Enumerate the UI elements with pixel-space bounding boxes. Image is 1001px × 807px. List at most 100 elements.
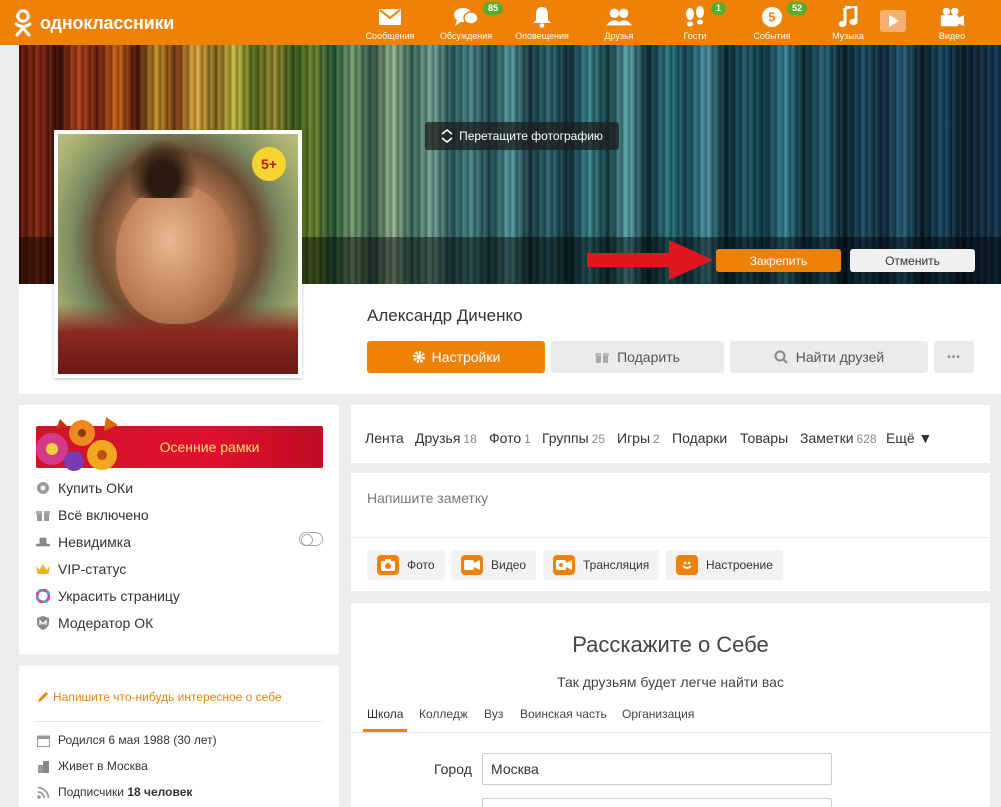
tab-notes[interactable]: Заметки 628 xyxy=(800,430,877,446)
tab-more[interactable]: Ещё ▼ xyxy=(886,430,932,446)
more-actions-button[interactable]: ••• xyxy=(934,341,974,373)
video-camera-icon xyxy=(939,6,965,28)
play-icon xyxy=(880,10,906,32)
logo-text: одноклассники xyxy=(40,12,175,33)
flowers-icon xyxy=(36,417,118,471)
nav-events[interactable]: 5 События 52 xyxy=(752,0,808,45)
write-about-link[interactable]: Напишите что-нибудь интересное о себе xyxy=(37,690,282,704)
next-field[interactable] xyxy=(482,798,832,807)
tab-label: Ещё ▼ xyxy=(886,430,933,446)
play-music-button[interactable] xyxy=(879,0,907,45)
nav-notifications[interactable]: Оповещения xyxy=(511,0,573,45)
calendar-icon xyxy=(36,733,50,747)
subscribers-label: Подписчики xyxy=(58,785,128,799)
footprints-icon xyxy=(682,6,708,28)
about-subtitle: Так друзьям будет легче найти вас xyxy=(557,674,784,690)
menu-buy-oki[interactable]: Купить ОКи xyxy=(36,478,133,498)
tab-label: Товары xyxy=(740,430,789,446)
tab-goods[interactable]: Товары xyxy=(740,430,788,446)
drag-hint-text: Перетащите фотографию xyxy=(459,129,603,143)
search-icon xyxy=(774,350,788,364)
note-video-button[interactable]: Видео xyxy=(451,550,537,580)
tab-gifts[interactable]: Подарки xyxy=(672,430,727,446)
tab-label: Группы xyxy=(542,430,589,446)
profile-name: Александр Диченко xyxy=(367,306,523,325)
note-input[interactable]: Напишите заметку xyxy=(367,490,488,506)
menu-moderator[interactable]: Модератор ОК xyxy=(36,613,153,633)
chip-label: Трансляция xyxy=(583,558,650,572)
nav-label: Друзья xyxy=(604,31,634,41)
cancel-cover-button[interactable]: Отменить xyxy=(850,249,975,272)
camera-icon xyxy=(377,555,399,575)
edu-tab-school[interactable]: Школа xyxy=(367,707,403,721)
pin-cover-button[interactable]: Закрепить xyxy=(716,249,841,272)
tab-label: Игры xyxy=(617,430,651,446)
gift-button[interactable]: Подарить xyxy=(551,341,724,373)
broadcast-icon xyxy=(553,555,575,575)
top-navigation-bar: одноклассники Сообщения Обсуждения 85 Оп… xyxy=(0,0,1001,45)
nav-friends[interactable]: Друзья xyxy=(601,0,637,45)
location-icon xyxy=(36,759,50,773)
pencil-icon xyxy=(38,692,48,702)
tab-photo[interactable]: Фото 1 xyxy=(489,430,531,446)
nav-video[interactable]: Видео xyxy=(936,0,968,45)
find-friends-label: Найти друзей xyxy=(795,349,885,365)
smile-icon xyxy=(676,555,698,575)
rss-icon xyxy=(36,785,50,799)
tab-friends[interactable]: Друзья 18 xyxy=(415,430,477,446)
settings-label: Настройки xyxy=(431,349,501,365)
divider xyxy=(351,732,990,733)
coins-icon xyxy=(36,481,50,495)
edu-tab-military[interactable]: Воинская часть xyxy=(520,707,607,721)
about-title: Расскажите о Себе xyxy=(572,632,769,657)
menu-all-inclusive[interactable]: Всё включено xyxy=(36,505,149,525)
nav-guests[interactable]: Гости 1 xyxy=(681,0,727,45)
events-icon: 5 xyxy=(759,6,785,28)
tab-count: 25 xyxy=(591,432,606,446)
tab-count: 2 xyxy=(653,432,660,446)
menu-decorate-page[interactable]: Украсить страницу xyxy=(36,586,180,606)
invisible-toggle[interactable] xyxy=(299,532,323,546)
location-text: Живет в Москва xyxy=(58,759,148,773)
avatar-hair xyxy=(128,138,198,198)
tab-games[interactable]: Игры 2 xyxy=(617,430,660,446)
tab-label: Подарки xyxy=(672,430,728,446)
edu-tab-college[interactable]: Колледж xyxy=(419,707,468,721)
note-mood-button[interactable]: Настроение xyxy=(666,550,783,580)
nav-discussions[interactable]: Обсуждения 85 xyxy=(436,0,504,45)
nav-messages[interactable]: Сообщения xyxy=(363,0,417,45)
edu-tab-university[interactable]: Вуз xyxy=(484,707,503,721)
menu-invisible[interactable]: Невидимка xyxy=(36,532,131,552)
menu-vip-status[interactable]: VIP-статус xyxy=(36,559,126,579)
nav-label: Гости xyxy=(683,31,707,41)
gift-icon xyxy=(36,508,50,522)
divider xyxy=(36,721,323,722)
city-field[interactable] xyxy=(482,753,832,785)
bell-icon xyxy=(529,6,555,28)
subscribers-count: 18 человек xyxy=(127,785,193,799)
gift-icon xyxy=(595,353,610,363)
ok-logo[interactable]: одноклассники xyxy=(12,9,174,37)
ok-logo-icon xyxy=(14,9,32,37)
nav-label: Обсуждения xyxy=(439,31,493,41)
subscribers-row[interactable]: Подписчики 18 человек xyxy=(36,783,192,801)
nav-label: Музыка xyxy=(832,31,864,41)
tab-count: 1 xyxy=(524,432,531,446)
find-friends-button[interactable]: Найти друзей xyxy=(730,341,928,373)
menu-label: Невидимка xyxy=(58,534,131,550)
nav-label: Сообщения xyxy=(365,31,415,41)
tab-feed[interactable]: Лента xyxy=(365,430,404,446)
avatar[interactable]: 5+ xyxy=(54,130,302,378)
tab-groups[interactable]: Группы 25 xyxy=(542,430,605,446)
birthday-row: Родился 6 мая 1988 (30 лет) xyxy=(36,731,217,749)
settings-button[interactable]: Настройки xyxy=(367,341,545,373)
nav-music[interactable]: Музыка xyxy=(830,0,866,45)
note-photo-button[interactable]: Фото xyxy=(367,550,445,580)
edu-tab-organization[interactable]: Организация xyxy=(622,707,694,721)
tab-label: Фото xyxy=(489,430,522,446)
nav-badge: 85 xyxy=(483,2,504,15)
avatar-face xyxy=(116,184,236,324)
chip-label: Настроение xyxy=(706,558,773,572)
note-broadcast-button[interactable]: Трансляция xyxy=(543,550,660,580)
drag-photo-hint[interactable]: Перетащите фотографию xyxy=(425,122,619,150)
